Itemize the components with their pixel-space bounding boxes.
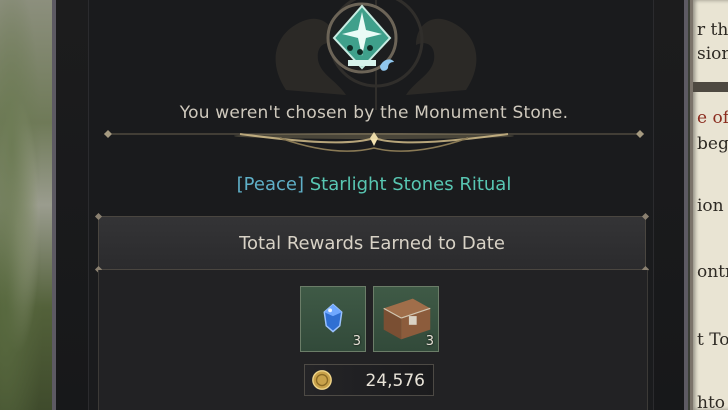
background-divider-band: [693, 82, 728, 92]
currency-total: 24,576: [304, 364, 434, 396]
background-text-fragment: hto: [697, 393, 726, 410]
result-message: You weren't chosen by the Monument Stone…: [179, 103, 569, 123]
ornamental-divider: [104, 130, 644, 152]
reward-slot-chest[interactable]: 3: [373, 286, 439, 352]
quest-name: Starlight Stones Ritual: [309, 174, 512, 195]
reward-slot-gem[interactable]: 3: [300, 286, 366, 352]
background-document-panel: r the siona e of beg ion C ontr t To hto: [690, 0, 728, 410]
background-text-fragment: e of: [697, 108, 728, 128]
rewards-header: Total Rewards Earned to Date: [94, 212, 650, 274]
background-text-fragment: siona: [697, 44, 728, 64]
monument-stone-emblem-icon: [326, 2, 398, 74]
gold-coin-icon: [312, 370, 332, 390]
quest-tag: [Peace]: [236, 174, 304, 195]
background-text-fragment: beg: [697, 134, 728, 154]
currency-amount: 24,576: [365, 371, 425, 391]
background-text-fragment: t To: [697, 330, 728, 350]
rewards-header-label: Total Rewards Earned to Date: [239, 233, 505, 254]
background-text-fragment: r the: [697, 20, 728, 40]
reward-count: 3: [425, 334, 434, 349]
background-text-fragment: ontr: [697, 262, 728, 282]
background-text-fragment: ion C: [697, 196, 728, 216]
quest-title: [Peace] Starlight Stones Ritual: [56, 174, 692, 195]
background-scenery-left: [0, 0, 58, 410]
reward-count: 3: [352, 334, 361, 349]
result-dialog: You weren't chosen by the Monument Stone…: [52, 0, 688, 410]
